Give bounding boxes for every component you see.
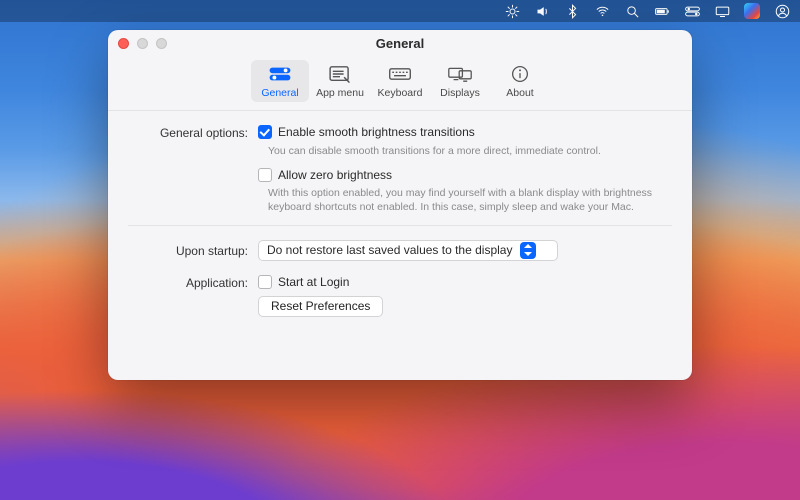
close-window-button[interactable] bbox=[118, 38, 129, 49]
section-divider bbox=[128, 225, 672, 226]
tab-label: About bbox=[506, 87, 533, 99]
section-label-startup: Upon startup: bbox=[128, 243, 258, 258]
tab-displays[interactable]: Displays bbox=[431, 60, 489, 102]
tab-about[interactable]: About bbox=[491, 60, 549, 102]
tab-label: Keyboard bbox=[378, 87, 423, 99]
siri-icon[interactable] bbox=[744, 3, 760, 19]
tab-label: Displays bbox=[440, 87, 480, 99]
startup-behavior-select[interactable]: Do not restore last saved values to the … bbox=[258, 240, 558, 261]
help-text: With this option enabled, you may find y… bbox=[128, 186, 672, 214]
window-controls bbox=[118, 38, 167, 49]
preferences-window: General General App menu Keyboard Displa… bbox=[108, 30, 692, 380]
keyboard-icon bbox=[387, 64, 413, 84]
checkbox-icon bbox=[258, 125, 272, 139]
button-label: Reset Preferences bbox=[271, 299, 370, 313]
tab-general[interactable]: General bbox=[251, 60, 309, 102]
tab-app-menu[interactable]: App menu bbox=[311, 60, 369, 102]
option-label: Start at Login bbox=[278, 275, 349, 289]
tab-label: App menu bbox=[316, 87, 364, 99]
brightness-icon[interactable] bbox=[504, 3, 520, 19]
control-center-icon[interactable] bbox=[684, 3, 700, 19]
checkbox-icon bbox=[258, 275, 272, 289]
toggle-icon bbox=[267, 64, 293, 84]
section-label-application: Application: bbox=[128, 275, 258, 290]
zoom-window-button[interactable] bbox=[156, 38, 167, 49]
chevron-up-down-icon bbox=[520, 242, 536, 259]
volume-icon[interactable] bbox=[534, 3, 550, 19]
preferences-content: General options: Enable smooth brightnes… bbox=[108, 111, 692, 333]
battery-icon[interactable] bbox=[654, 3, 670, 19]
displays-icon bbox=[447, 64, 473, 84]
reset-preferences-button[interactable]: Reset Preferences bbox=[258, 296, 383, 317]
bluetooth-icon[interactable] bbox=[564, 3, 580, 19]
preferences-toolbar: General App menu Keyboard Displays About bbox=[108, 56, 692, 111]
option-label: Allow zero brightness bbox=[278, 168, 392, 182]
window-title: General bbox=[376, 36, 424, 51]
select-value: Do not restore last saved values to the … bbox=[267, 243, 512, 257]
minimize-window-button[interactable] bbox=[137, 38, 148, 49]
option-zero-brightness[interactable]: Allow zero brightness bbox=[258, 168, 672, 182]
checkbox-icon bbox=[258, 168, 272, 182]
info-icon bbox=[507, 64, 533, 84]
user-icon[interactable] bbox=[774, 3, 790, 19]
section-label-general-options: General options: bbox=[128, 125, 258, 140]
search-icon[interactable] bbox=[624, 3, 640, 19]
desktop-icon[interactable] bbox=[714, 3, 730, 19]
option-label: Enable smooth brightness transitions bbox=[278, 125, 475, 139]
tab-keyboard[interactable]: Keyboard bbox=[371, 60, 429, 102]
option-start-at-login[interactable]: Start at Login bbox=[258, 275, 672, 289]
help-text: You can disable smooth transitions for a… bbox=[128, 144, 672, 158]
menu-icon bbox=[327, 64, 353, 84]
menu-bar bbox=[0, 0, 800, 22]
option-smooth-transitions[interactable]: Enable smooth brightness transitions bbox=[258, 125, 672, 139]
window-titlebar: General bbox=[108, 30, 692, 56]
tab-label: General bbox=[261, 87, 298, 99]
wifi-icon[interactable] bbox=[594, 3, 610, 19]
